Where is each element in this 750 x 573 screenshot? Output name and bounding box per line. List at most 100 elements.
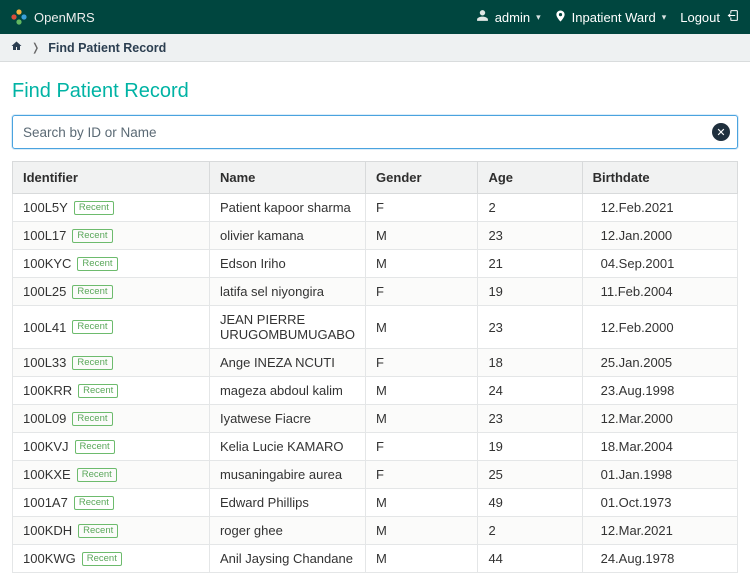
table-row[interactable]: 100KVJRecentKelia Lucie KAMAROF1918.Mar.… [13, 433, 738, 461]
patient-id: 100KRR [23, 383, 72, 398]
patient-gender: F [366, 194, 478, 222]
patient-age: 21 [478, 250, 582, 278]
patient-age: 25 [478, 461, 582, 489]
patient-age: 19 [478, 278, 582, 306]
patient-birthdate: 11.Feb.2004 [582, 278, 737, 306]
patient-birthdate: 24.Aug.1978 [582, 545, 737, 573]
patient-age: 19 [478, 433, 582, 461]
patient-age: 2 [478, 517, 582, 545]
table-row[interactable]: 100KXERecentmusaningabire aureaF2501.Jan… [13, 461, 738, 489]
location-menu[interactable]: Inpatient Ward ▾ [555, 9, 667, 26]
patient-id: 100L25 [23, 284, 66, 299]
patient-id: 100KXE [23, 467, 71, 482]
patient-birthdate: 12.Jan.2000 [582, 222, 737, 250]
col-identifier[interactable]: Identifier [13, 162, 210, 194]
page-title: Find Patient Record [12, 80, 738, 103]
map-marker-icon [555, 9, 566, 26]
recent-badge: Recent [72, 229, 112, 243]
user-icon [476, 9, 489, 25]
table-row[interactable]: 100L09RecentIyatwese FiacreM2312.Mar.200… [13, 405, 738, 433]
patient-id: 100L41 [23, 320, 66, 335]
table-row[interactable]: 100KDHRecentroger gheeM212.Mar.2021 [13, 517, 738, 545]
patient-gender: M [366, 517, 478, 545]
patient-name: Patient kapoor sharma [209, 194, 365, 222]
col-age[interactable]: Age [478, 162, 582, 194]
patient-name: musaningabire aurea [209, 461, 365, 489]
patient-id: 100L09 [23, 411, 66, 426]
patient-id: 100KYC [23, 256, 71, 271]
patient-gender: F [366, 349, 478, 377]
patient-age: 23 [478, 405, 582, 433]
patient-name: Edward Phillips [209, 489, 365, 517]
logout-label: Logout [680, 10, 720, 25]
patient-name: JEAN PIERRE URUGOMBUMUGABO [209, 306, 365, 349]
patient-gender: M [366, 489, 478, 517]
patient-gender: F [366, 461, 478, 489]
patient-age: 23 [478, 222, 582, 250]
patient-id: 100L33 [23, 355, 66, 370]
col-birthdate[interactable]: Birthdate [582, 162, 737, 194]
patient-age: 2 [478, 194, 582, 222]
table-row[interactable]: 100L17Recentolivier kamanaM2312.Jan.2000 [13, 222, 738, 250]
patient-id: 100KWG [23, 551, 76, 566]
patient-birthdate: 12.Feb.2021 [582, 194, 737, 222]
recent-badge: Recent [72, 356, 112, 370]
patient-name: olivier kamana [209, 222, 365, 250]
patient-age: 23 [478, 306, 582, 349]
search-input[interactable] [12, 115, 738, 149]
col-gender[interactable]: Gender [366, 162, 478, 194]
patient-name: Kelia Lucie KAMARO [209, 433, 365, 461]
patient-gender: F [366, 278, 478, 306]
close-icon: ✕ [716, 126, 725, 139]
patient-birthdate: 12.Mar.2000 [582, 405, 737, 433]
patient-birthdate: 12.Feb.2000 [582, 306, 737, 349]
patient-gender: M [366, 250, 478, 278]
patient-gender: M [366, 545, 478, 573]
brand-name: OpenMRS [34, 10, 95, 25]
recent-badge: Recent [75, 440, 115, 454]
recent-badge: Recent [72, 412, 112, 426]
patient-name: Edson Iriho [209, 250, 365, 278]
patient-id: 100L17 [23, 228, 66, 243]
brand-logo[interactable]: OpenMRS [10, 8, 95, 26]
recent-badge: Recent [74, 496, 114, 510]
patient-birthdate: 04.Sep.2001 [582, 250, 737, 278]
clear-search-button[interactable]: ✕ [712, 123, 730, 141]
table-row[interactable]: 100KRRRecentmageza abdoul kalimM2423.Aug… [13, 377, 738, 405]
recent-badge: Recent [78, 524, 118, 538]
table-row[interactable]: 100L25Recentlatifa sel niyongiraF1911.Fe… [13, 278, 738, 306]
patient-birthdate: 23.Aug.1998 [582, 377, 737, 405]
patient-name: Ange INEZA NCUTI [209, 349, 365, 377]
table-row[interactable]: 1001A7RecentEdward PhillipsM4901.Oct.197… [13, 489, 738, 517]
logout-link[interactable]: Logout [680, 9, 740, 25]
openmrs-logo-icon [10, 8, 28, 26]
patient-id: 100KVJ [23, 439, 69, 454]
patient-name: latifa sel niyongira [209, 278, 365, 306]
recent-badge: Recent [74, 201, 114, 215]
patient-name: mageza abdoul kalim [209, 377, 365, 405]
table-row[interactable]: 100L33 Recent Ange INEZA NCUTIF1825.Jan.20… [13, 349, 738, 377]
breadcrumb-current: Find Patient Record [48, 41, 166, 55]
home-icon[interactable] [10, 40, 23, 55]
recent-badge: Recent [72, 320, 112, 334]
patient-id: 1001A7 [23, 495, 68, 510]
patient-birthdate: 12.Mar.2021 [582, 517, 737, 545]
user-menu[interactable]: admin ▾ [476, 9, 541, 25]
patient-birthdate: 25.Jan.2005 [582, 349, 737, 377]
patient-id: 100KDH [23, 523, 72, 538]
table-row[interactable]: 100L41RecentJEAN PIERRE URUGOMBUMUGABOM2… [13, 306, 738, 349]
location-name: Inpatient Ward [572, 10, 656, 25]
top-navbar: OpenMRS admin ▾ Inpatient Ward ▾ Logout [0, 0, 750, 34]
user-name: admin [495, 10, 530, 25]
search-container: ✕ [12, 115, 738, 149]
caret-down-icon: ▾ [662, 12, 667, 23]
recent-badge: Recent [78, 384, 118, 398]
patient-age: 18 [478, 349, 582, 377]
table-row[interactable]: 100KYC Recent Edson IrihoM2104.Sep.2001 [13, 250, 738, 278]
breadcrumb: ❭ Find Patient Record [0, 34, 750, 62]
table-row[interactable]: 100KWGRecentAnil Jaysing ChandaneM4424.A… [13, 545, 738, 573]
col-name[interactable]: Name [209, 162, 365, 194]
recent-badge: Recent [77, 257, 117, 271]
table-row[interactable]: 100L5YRecentPatient kapoor sharmaF212.Fe… [13, 194, 738, 222]
patient-birthdate: 01.Oct.1973 [582, 489, 737, 517]
